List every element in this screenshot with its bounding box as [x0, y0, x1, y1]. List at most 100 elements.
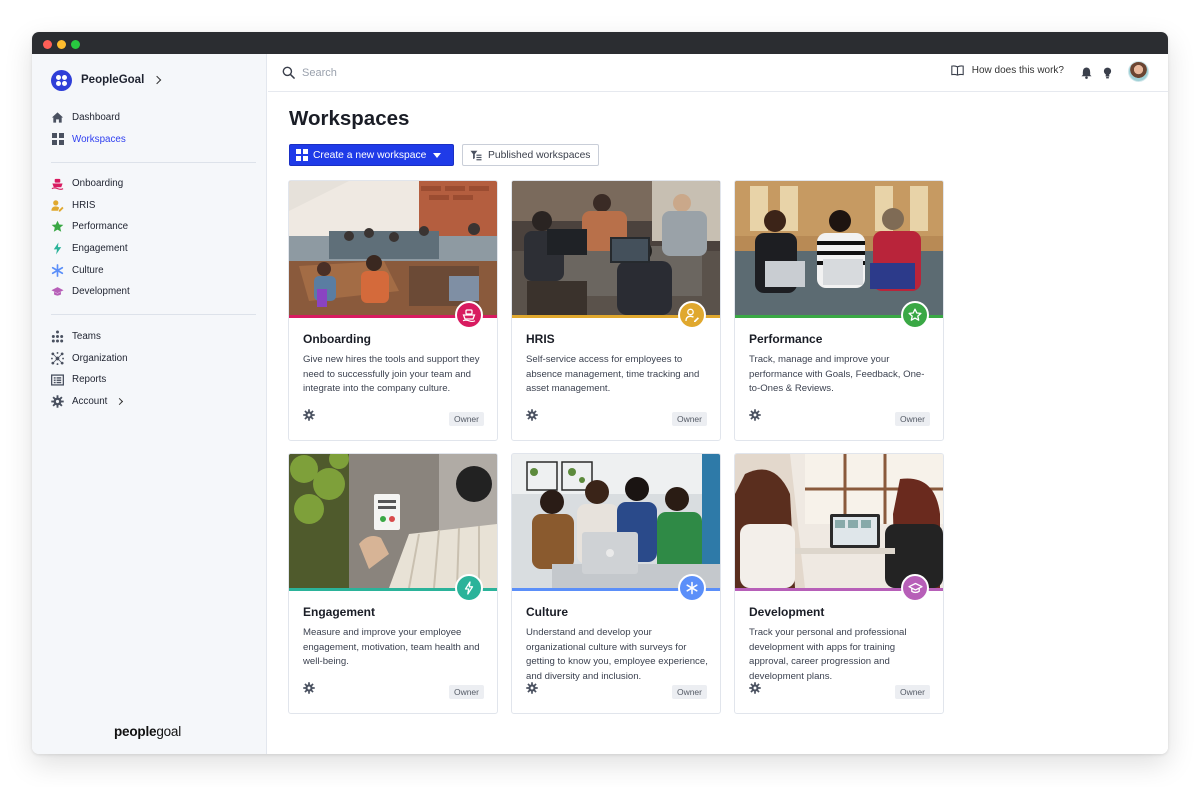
sidebar-item-teams[interactable]: Teams: [32, 326, 267, 348]
card-description: Track, manage and improve your performan…: [749, 354, 925, 395]
help-label: How does this work?: [971, 65, 1064, 76]
workspace-card-development[interactable]: Development Track your personal and prof…: [734, 453, 944, 714]
main-content: Workspaces Create a new workspace Publis…: [268, 93, 1168, 754]
card-image: [735, 181, 943, 315]
grid-icon: [296, 149, 308, 161]
published-workspaces-button[interactable]: Published workspaces: [462, 144, 599, 166]
gear-icon: [51, 395, 64, 408]
gear-icon[interactable]: [526, 681, 538, 699]
organization-icon: [51, 351, 64, 365]
sidebar-divider: [51, 314, 256, 315]
owner-badge: Owner: [671, 685, 707, 699]
caret-down-icon: [433, 152, 442, 158]
card-description: Self-service access for employees to abs…: [526, 354, 700, 395]
owner-badge: Owner: [894, 412, 930, 426]
card-image: [289, 181, 497, 315]
workspace-card-engagement[interactable]: Engagement Measure and improve your empl…: [288, 453, 498, 714]
gear-icon[interactable]: [749, 681, 761, 699]
bolt-icon: [51, 242, 64, 255]
workspace-card-culture[interactable]: Culture Understand and develop your orga…: [511, 453, 721, 714]
footer-logo-bold: people: [114, 724, 157, 739]
sidebar-item-label: Organization: [72, 352, 128, 364]
sidebar-item-label: Culture: [72, 264, 104, 276]
gear-icon[interactable]: [749, 408, 761, 426]
sidebar: PeopleGoal Dashboard Workspaces Onboardi…: [32, 54, 267, 754]
user-edit-icon: [51, 199, 64, 212]
lightbulb-icon[interactable]: [1103, 66, 1112, 84]
search-input[interactable]: [302, 63, 602, 83]
gear-icon[interactable]: [303, 681, 315, 699]
sidebar-item-label: Onboarding: [72, 178, 124, 190]
create-workspace-button[interactable]: Create a new workspace: [289, 144, 454, 166]
graduation-cap-icon: [901, 574, 929, 602]
asterisk-icon: [678, 574, 706, 602]
secondary-nav: Teams Organization Reports Account: [32, 326, 267, 412]
card-description: Measure and improve your employee engage…: [303, 627, 480, 668]
primary-nav: Dashboard Workspaces: [32, 107, 267, 150]
owner-badge: Owner: [448, 685, 484, 699]
card-description: Understand and develop your organization…: [526, 627, 708, 682]
brand-name: PeopleGoal: [81, 74, 145, 86]
card-title: HRIS: [526, 332, 555, 346]
sidebar-item-reports[interactable]: Reports: [32, 369, 267, 391]
card-title: Performance: [749, 332, 823, 346]
window-close-button[interactable]: [43, 40, 52, 49]
sidebar-item-label: Performance: [72, 221, 129, 233]
card-description: Track your personal and professional dev…: [749, 627, 907, 682]
sidebar-item-engagement[interactable]: Engagement: [32, 238, 267, 260]
sidebar-item-onboarding[interactable]: Onboarding: [32, 173, 267, 195]
reports-icon: [51, 373, 64, 386]
sidebar-item-label: Account: [72, 396, 108, 408]
sidebar-item-organization[interactable]: Organization: [32, 348, 267, 370]
sidebar-item-account[interactable]: Account: [32, 391, 267, 413]
sidebar-item-culture[interactable]: Culture: [32, 259, 267, 281]
star-icon: [51, 220, 64, 233]
owner-badge: Owner: [448, 412, 484, 426]
top-bar: How does this work?: [268, 54, 1168, 92]
bell-icon[interactable]: [1081, 66, 1092, 84]
card-image: [512, 454, 720, 588]
sidebar-item-dashboard[interactable]: Dashboard: [32, 107, 267, 129]
star-icon: [901, 301, 929, 329]
user-edit-icon: [678, 301, 706, 329]
filter-list-icon: [470, 150, 482, 160]
card-title: Engagement: [303, 605, 376, 619]
book-icon: [951, 65, 964, 76]
workspace-card-performance[interactable]: Performance Track, manage and improve yo…: [734, 180, 944, 441]
home-icon: [51, 111, 64, 124]
teams-icon: [51, 330, 64, 343]
chevron-right-icon: [153, 75, 162, 85]
sidebar-item-hris[interactable]: HRIS: [32, 195, 267, 217]
card-image: [289, 454, 497, 588]
bolt-icon: [455, 574, 483, 602]
footer-logo: peoplegoal: [114, 724, 181, 739]
workspace-card-hris[interactable]: HRIS Self-service access for employees t…: [511, 180, 721, 441]
sidebar-item-workspaces[interactable]: Workspaces: [32, 129, 267, 151]
sidebar-item-label: HRIS: [72, 199, 96, 211]
owner-badge: Owner: [671, 412, 707, 426]
card-title: Development: [749, 605, 825, 619]
card-title: Culture: [526, 605, 568, 619]
gear-icon[interactable]: [526, 408, 538, 426]
sidebar-item-development[interactable]: Development: [32, 281, 267, 303]
published-workspaces-label: Published workspaces: [488, 149, 591, 161]
sidebar-item-performance[interactable]: Performance: [32, 216, 267, 238]
page-title: Workspaces: [289, 107, 410, 130]
brand-switcher[interactable]: PeopleGoal: [51, 69, 162, 91]
grid-icon: [51, 133, 64, 146]
sidebar-divider: [51, 162, 256, 163]
user-avatar[interactable]: [1128, 61, 1149, 82]
sidebar-item-label: Engagement: [72, 243, 128, 255]
peoplegoal-logo-icon: [51, 69, 72, 91]
graduation-cap-icon: [51, 285, 64, 298]
workspace-card-onboarding[interactable]: Onboarding Give new hires the tools and …: [288, 180, 498, 441]
window-minimize-button[interactable]: [57, 40, 66, 49]
owner-badge: Owner: [894, 685, 930, 699]
card-description: Give new hires the tools and support the…: [303, 354, 480, 395]
search-icon: [282, 66, 295, 84]
sidebar-item-label: Dashboard: [72, 112, 120, 124]
gear-icon[interactable]: [303, 408, 315, 426]
help-link[interactable]: How does this work?: [951, 65, 1064, 76]
app-window: PeopleGoal Dashboard Workspaces Onboardi…: [32, 32, 1168, 754]
window-maximize-button[interactable]: [71, 40, 80, 49]
